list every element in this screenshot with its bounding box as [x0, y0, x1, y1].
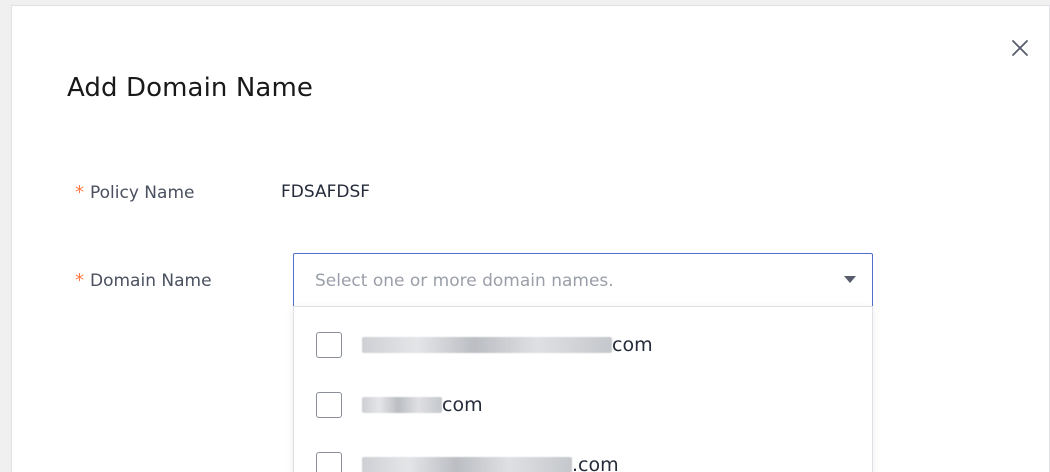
- option-checkbox[interactable]: [316, 452, 342, 472]
- option-label: com: [362, 394, 483, 416]
- add-domain-dialog: Add Domain Name * Policy Name FDSAFDSF * D…: [11, 5, 1050, 472]
- domain-option[interactable]: com: [294, 377, 872, 433]
- domain-name-label: * Domain Name: [75, 270, 212, 291]
- option-label: .com: [362, 454, 619, 472]
- redacted-text: [362, 457, 572, 472]
- option-checkbox[interactable]: [316, 332, 342, 358]
- close-button[interactable]: [1008, 36, 1032, 60]
- domain-select-placeholder: Select one or more domain names.: [315, 271, 614, 291]
- caret-down-icon: [844, 276, 856, 284]
- redacted-text: [362, 397, 442, 413]
- redacted-text: [362, 337, 612, 353]
- domain-option[interactable]: com: [294, 317, 872, 373]
- option-checkbox[interactable]: [316, 392, 342, 418]
- option-suffix: com: [612, 334, 653, 356]
- policy-name-label-text: Policy Name: [90, 182, 195, 203]
- dialog-title: Add Domain Name: [67, 73, 313, 103]
- required-mark: *: [75, 269, 84, 291]
- policy-name-value: FDSAFDSF: [281, 182, 371, 202]
- option-label: com: [362, 334, 653, 356]
- option-suffix: .com: [572, 454, 619, 472]
- domain-option[interactable]: .com: [294, 437, 872, 472]
- domain-dropdown-list: com com .com: [293, 306, 873, 472]
- domain-name-label-text: Domain Name: [90, 270, 212, 291]
- domain-name-select[interactable]: Select one or more domain names.: [293, 253, 873, 309]
- close-icon: [1012, 40, 1028, 56]
- required-mark: *: [75, 181, 84, 203]
- policy-name-label: * Policy Name: [75, 182, 194, 203]
- option-suffix: com: [442, 394, 483, 416]
